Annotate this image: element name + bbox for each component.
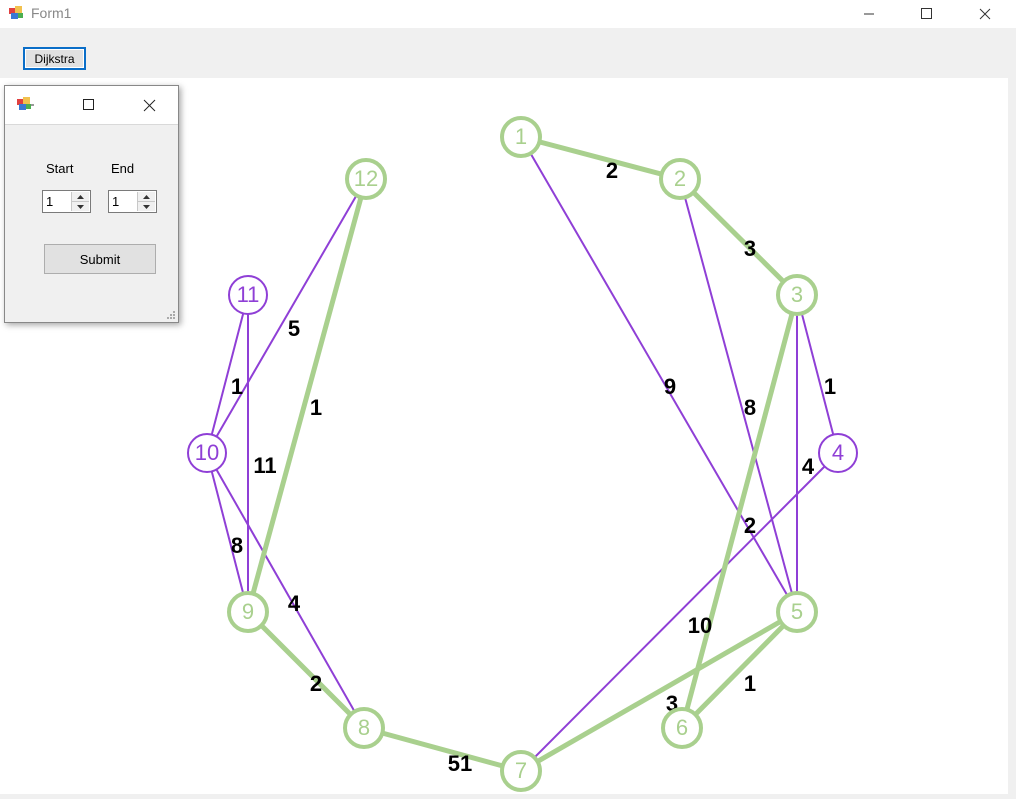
dijkstra-dialog: Start End 1 1 Submit [4, 85, 179, 323]
start-spinner-down[interactable] [72, 202, 89, 211]
dialog-close-button[interactable] [129, 86, 169, 124]
start-spinner-arrows [71, 192, 89, 211]
edge-weight-7-8: 51 [448, 751, 472, 776]
edge-8-9 [246, 610, 366, 730]
edge-1-2 [520, 134, 681, 182]
edge-10-12 [206, 178, 367, 454]
edge-1-5 [520, 136, 798, 613]
node-label-2: 2 [674, 166, 686, 191]
start-spinner[interactable]: 1 [42, 190, 91, 213]
node-3: 3 [776, 274, 818, 316]
edge-weight-1-2: 2 [606, 158, 618, 183]
arrow-up-icon [143, 194, 150, 199]
edge-weight-3-5: 4 [802, 454, 815, 479]
dialog-maximize-button[interactable] [69, 86, 109, 124]
node-label-12: 12 [354, 166, 378, 191]
edge-7-8 [363, 725, 522, 774]
start-spinner-up[interactable] [72, 192, 89, 202]
close-icon [143, 99, 155, 111]
node-label-5: 5 [791, 599, 803, 624]
edge-weight-2-3: 3 [744, 236, 756, 261]
node-label-10: 10 [195, 440, 219, 465]
dialog-app-icon [17, 97, 34, 110]
node-7: 7 [500, 750, 542, 792]
edge-weight-9-12: 1 [310, 395, 322, 420]
end-spinner[interactable]: 1 [108, 190, 157, 213]
node-label-8: 8 [358, 715, 370, 740]
edge-9-12 [245, 178, 369, 613]
maximize-icon [83, 99, 94, 110]
dialog-title-bar [5, 86, 178, 125]
edge-weight-10-12: 5 [288, 316, 300, 341]
edge-weight-8-9: 2 [310, 671, 322, 696]
node-5: 5 [776, 591, 818, 633]
end-spinner-arrows [137, 192, 155, 211]
node-label-3: 3 [791, 282, 803, 307]
node-label-11: 11 [237, 282, 260, 307]
start-value[interactable]: 1 [46, 194, 53, 209]
node-6: 6 [661, 707, 703, 749]
arrow-down-icon [77, 204, 84, 209]
node-8: 8 [343, 707, 385, 749]
node-2: 2 [659, 158, 701, 200]
edge-weight-3-6: 2 [744, 513, 756, 538]
edge-weight-2-5: 8 [744, 395, 756, 420]
node-label-6: 6 [676, 715, 688, 740]
node-11: 11 [228, 275, 268, 315]
end-label: End [111, 161, 135, 176]
node-12: 12 [345, 158, 387, 200]
edge-weight-9-10: 8 [231, 533, 243, 558]
edge-weight-8-10: 4 [288, 591, 301, 616]
end-value[interactable]: 1 [112, 194, 119, 209]
submit-button[interactable]: Submit [44, 244, 156, 274]
edge-weight-1-5: 9 [664, 374, 676, 399]
arrow-down-icon [143, 204, 150, 209]
edge-2-3 [678, 177, 799, 297]
node-1: 1 [500, 116, 542, 158]
edge-weight-3-4: 1 [824, 374, 836, 399]
start-label: Start [46, 161, 74, 176]
node-label-7: 7 [515, 758, 527, 783]
resize-grip-icon[interactable] [166, 310, 176, 320]
edge-weight-9-11: 11 [253, 453, 276, 478]
node-9: 9 [227, 591, 269, 633]
edge-weight-5-6: 1 [744, 671, 756, 696]
edge-2-5 [679, 178, 798, 613]
node-label-9: 9 [242, 599, 254, 624]
arrow-up-icon [77, 194, 84, 199]
node-4: 4 [818, 433, 858, 473]
node-10: 10 [187, 433, 227, 473]
edge-weight-4-7: 10 [688, 613, 712, 638]
end-spinner-up[interactable] [138, 192, 155, 202]
node-label-1: 1 [515, 124, 527, 149]
node-label-4: 4 [832, 440, 844, 465]
edge-8-10 [206, 452, 365, 729]
edge-weight-10-11: 1 [231, 374, 243, 399]
end-spinner-down[interactable] [138, 202, 155, 211]
